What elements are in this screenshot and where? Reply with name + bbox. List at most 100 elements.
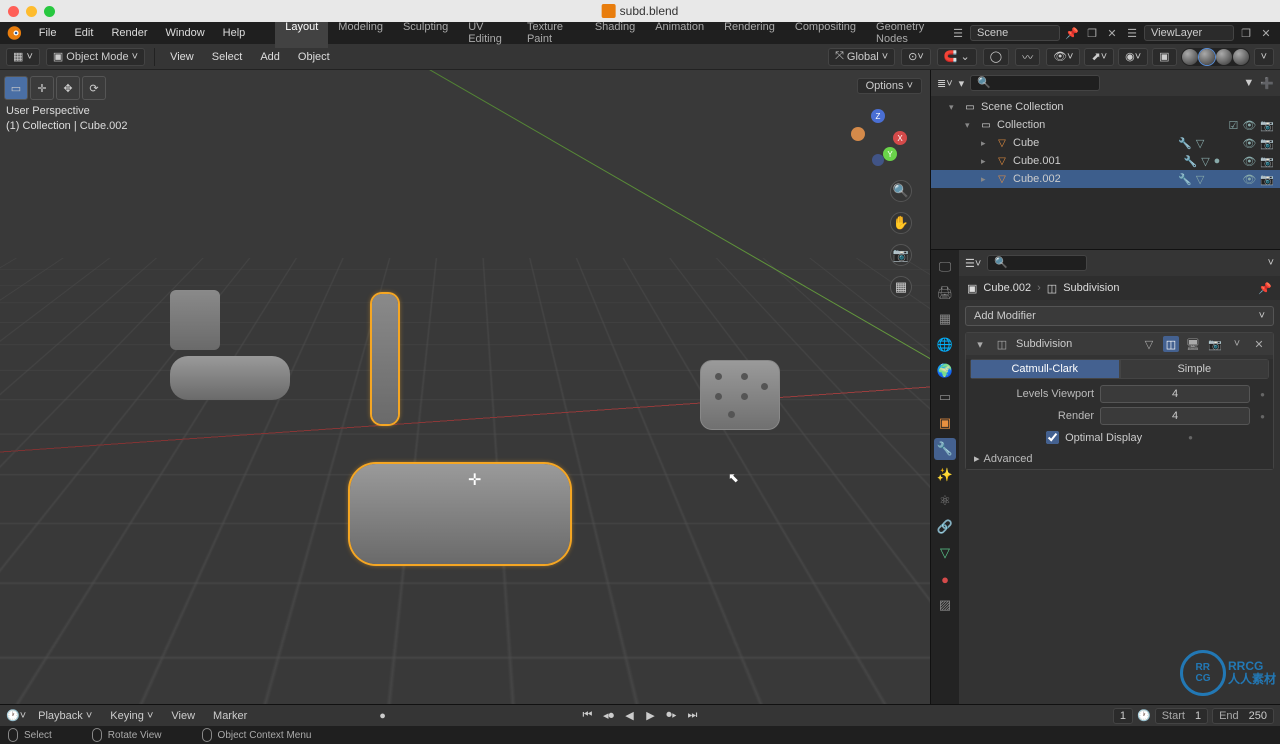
play-button[interactable]: ▶ — [642, 708, 660, 724]
viewport-menu-add[interactable]: Add — [254, 49, 286, 65]
menu-render[interactable]: Render — [103, 25, 155, 41]
modifier-name[interactable]: Subdivision — [1016, 338, 1135, 350]
viewport-options-dropdown[interactable]: Options ˅ — [857, 78, 922, 94]
minimize-window-button[interactable] — [26, 6, 37, 17]
scene-name-field[interactable] — [970, 25, 1060, 41]
visibility-selector[interactable]: 👁˅ — [1046, 48, 1080, 66]
shading-options-dropdown[interactable]: ˅ — [1254, 48, 1274, 66]
maximize-window-button[interactable] — [44, 6, 55, 17]
subdivision-simple-button[interactable]: Simple — [1120, 359, 1270, 379]
add-modifier-dropdown[interactable]: Add Modifier ˅ — [965, 306, 1274, 326]
close-window-button[interactable] — [8, 6, 19, 17]
zoom-icon[interactable]: 🔍 — [890, 180, 912, 202]
properties-tab-scene[interactable]: 🌐 — [934, 334, 956, 356]
properties-tab-data[interactable]: ▽ — [934, 542, 956, 564]
overlays-toggle[interactable]: ◉˅ — [1118, 48, 1148, 66]
levels-viewport-field[interactable]: 4 — [1100, 385, 1250, 403]
disclosure-icon[interactable]: ▸ — [981, 174, 991, 185]
cursor-tool[interactable]: ✛ — [30, 76, 54, 100]
snap-toggle[interactable]: 🧲 ⌄ — [937, 48, 977, 66]
modifier-cage-icon[interactable]: ◫ — [1163, 336, 1179, 352]
properties-tab-render[interactable]: 🖵 — [934, 256, 956, 278]
properties-tab-viewlayer[interactable]: ▦ — [934, 308, 956, 330]
disclosure-icon[interactable]: ▾ — [965, 120, 975, 131]
perspective-toggle-icon[interactable]: ▦ — [890, 276, 912, 298]
scene-delete-icon[interactable]: ✕ — [1104, 25, 1120, 41]
mesh-data-icon[interactable]: ▽ — [1201, 155, 1209, 168]
modifier-icon[interactable]: 🔧 — [1178, 137, 1192, 150]
proportional-edit-toggle[interactable]: ◯ — [983, 48, 1009, 66]
viewport-menu-view[interactable]: View — [164, 49, 200, 65]
workspace-tab-rendering[interactable]: Rendering — [714, 18, 785, 48]
outliner-search-input[interactable] — [970, 75, 1100, 91]
properties-tab-collection[interactable]: ▭ — [934, 386, 956, 408]
outliner-new-collection-icon[interactable]: ➕ — [1260, 77, 1274, 90]
properties-tab-constraints[interactable]: 🔗 — [934, 516, 956, 538]
properties-tab-object[interactable]: ▣ — [934, 412, 956, 434]
optimal-display-checkbox[interactable] — [1046, 431, 1059, 444]
viewlayer-delete-icon[interactable]: ✕ — [1258, 25, 1274, 41]
scene-new-icon[interactable]: ❐ — [1084, 25, 1100, 41]
scene-browse-icon[interactable]: ☰ — [950, 25, 966, 41]
modifier-icon[interactable]: 🔧 — [1178, 173, 1192, 186]
viewlayer-name-field[interactable] — [1144, 25, 1234, 41]
viewport-menu-object[interactable]: Object — [292, 49, 336, 65]
disclosure-icon[interactable]: ▾ — [949, 102, 959, 113]
disclosure-icon[interactable]: ▸ — [981, 138, 991, 149]
shading-rendered-button[interactable] — [1233, 49, 1249, 65]
outliner-display-mode[interactable]: ▾ — [959, 77, 965, 90]
breadcrumb-modifier[interactable]: Subdivision — [1063, 282, 1119, 294]
properties-tab-physics[interactable]: ⚛ — [934, 490, 956, 512]
shading-solid-button[interactable] — [1199, 49, 1215, 65]
gizmo-toggle[interactable]: ⬈˅ — [1084, 48, 1114, 66]
rotate-tool[interactable]: ⟳ — [82, 76, 106, 100]
properties-tab-material[interactable]: ● — [934, 568, 956, 590]
outliner-item-cube-002[interactable]: ▸ ▽ Cube.002 🔧 ▽ 👁 📷 — [931, 170, 1280, 188]
mesh-cube-002-selected[interactable] — [350, 294, 580, 564]
editor-type-selector[interactable]: ▦ ˅ — [6, 48, 40, 66]
jump-keyframe-back-button[interactable]: ◂⏺ — [600, 708, 618, 724]
jump-to-end-button[interactable]: ⏭ — [684, 708, 702, 724]
pin-icon[interactable]: 📌 — [1258, 282, 1272, 295]
render-icon[interactable]: 📷 — [1260, 155, 1274, 168]
workspace-tab-sculpting[interactable]: Sculpting — [393, 18, 458, 48]
workspace-tab-compositing[interactable]: Compositing — [785, 18, 866, 48]
select-tool[interactable]: ▭ — [4, 76, 28, 100]
timeline-menu-marker[interactable]: Marker — [207, 708, 253, 724]
render-levels-field[interactable]: 4 — [1100, 407, 1250, 425]
animate-dot-icon[interactable]: ● — [1260, 412, 1265, 421]
animate-dot-icon[interactable]: ● — [1260, 390, 1265, 399]
modifier-icon[interactable]: 🔧 — [1184, 155, 1198, 168]
modifier-edit-mode-icon[interactable]: ▽ — [1141, 336, 1157, 352]
workspace-tab-animation[interactable]: Animation — [645, 18, 714, 48]
modifier-expand-icon[interactable]: ▾ — [972, 336, 988, 352]
viewlayer-browse-icon[interactable]: ☰ — [1124, 25, 1140, 41]
workspace-tab-modeling[interactable]: Modeling — [328, 18, 393, 48]
curve-falloff-icon[interactable]: 〰 — [1015, 48, 1040, 66]
pivot-point-selector[interactable]: ⊙˅ — [901, 48, 931, 66]
outliner-editor-type[interactable]: ≣˅ — [937, 77, 953, 90]
jump-keyframe-forward-button[interactable]: ⏺▸ — [663, 708, 681, 724]
properties-options-icon[interactable]: ˅ — [1268, 257, 1274, 269]
workspace-tab-layout[interactable]: Layout — [275, 18, 328, 48]
render-icon[interactable]: 📷 — [1260, 173, 1274, 186]
start-frame-field[interactable]: Start 1 — [1155, 708, 1208, 724]
properties-tab-modifier[interactable]: 🔧 — [934, 438, 956, 460]
visibility-icon[interactable]: 👁 — [1242, 137, 1256, 150]
workspace-tab-texture-paint[interactable]: Texture Paint — [517, 18, 585, 48]
outliner-item-cube[interactable]: ▸ ▽ Cube 🔧 ▽ 👁 📷 — [931, 134, 1280, 152]
viewlayer-new-icon[interactable]: ❐ — [1238, 25, 1254, 41]
properties-search-input[interactable] — [987, 255, 1087, 271]
timeline-menu-playback[interactable]: Playback ˅ — [32, 708, 98, 724]
modifier-viewport-icon[interactable]: 🖥 — [1185, 336, 1201, 352]
properties-tab-particles[interactable]: ✨ — [934, 464, 956, 486]
menu-window[interactable]: Window — [158, 25, 213, 41]
menu-help[interactable]: Help — [215, 25, 254, 41]
outliner-collection[interactable]: ▾ ▭ Collection ☑ 👁 📷 — [931, 116, 1280, 134]
3d-viewport[interactable]: ▭ ✛ ✥ ⟳ User Perspective (1) Collection … — [0, 70, 930, 704]
orientation-selector[interactable]: ⤧ Global ˅ — [828, 48, 895, 66]
render-icon[interactable]: 📷 — [1260, 119, 1274, 132]
properties-tab-output[interactable]: 🖨 — [934, 282, 956, 304]
move-tool[interactable]: ✥ — [56, 76, 80, 100]
mesh-cube[interactable] — [170, 290, 300, 400]
